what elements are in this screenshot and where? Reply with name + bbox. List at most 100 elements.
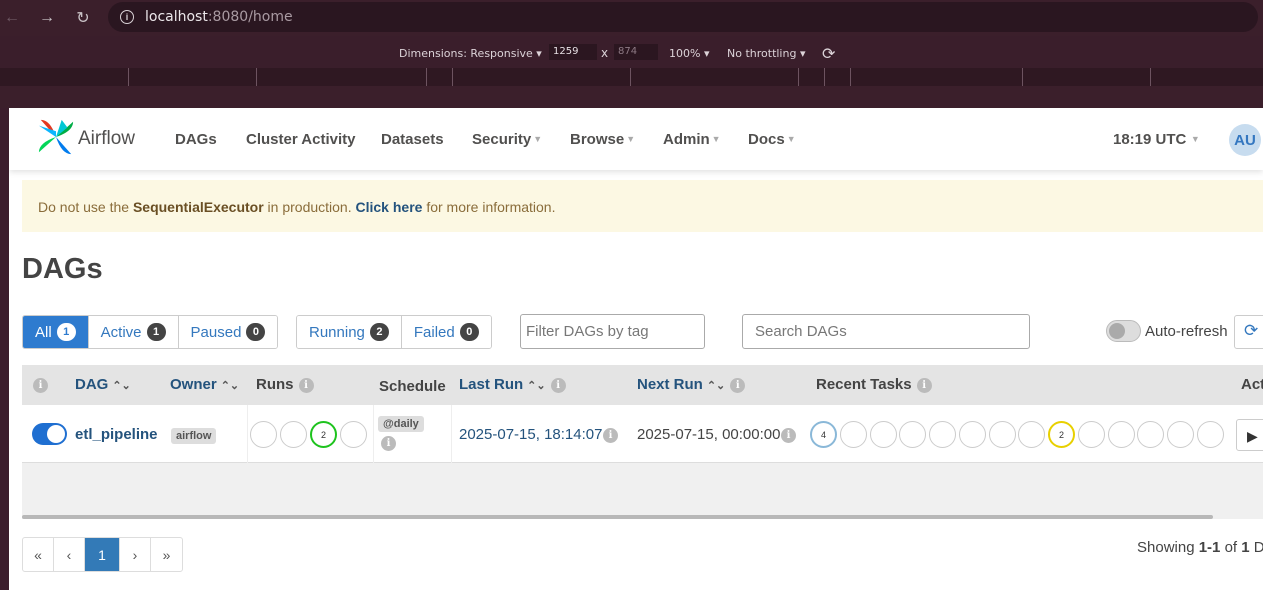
alert-click-here-link[interactable]: Click here [356,199,423,215]
run-state-circle[interactable] [280,421,307,448]
table-row: etl_pipeline airflow 2 @daily i 2025-07-… [22,405,1263,463]
count-badge: 1 [56,323,76,341]
run-state-circle-success[interactable]: 2 [310,421,337,448]
trigger-dag-button[interactable]: ▶ [1236,419,1263,451]
refresh-icon: ⟳ [1244,321,1259,340]
header-dag[interactable]: DAG ⌃⌄ [75,376,131,393]
filter-running-button[interactable]: Running 2 [297,316,402,348]
alert-text: for more information. [422,199,556,215]
nav-security[interactable]: Security ▼ [472,131,542,148]
count-badge: 2 [369,323,389,341]
page-title: DAGs [22,253,103,285]
sort-icon: ⌃⌄ [706,380,726,392]
task-state-circle-queued[interactable]: 4 [810,421,837,448]
next-page-button[interactable]: › [120,538,151,571]
next-run-info-icon[interactable]: i [781,428,796,443]
caret-down-icon: ▼ [711,134,721,144]
rotate-icon[interactable]: ⟳ [822,44,835,63]
task-state-circle[interactable] [1108,421,1135,448]
count-badge: 0 [246,323,266,341]
back-arrow-icon[interactable]: ← [2,8,22,28]
forward-arrow-icon[interactable]: → [37,8,57,28]
owner-label[interactable]: airflow [171,428,217,444]
schedule-info-icon[interactable]: i [381,436,396,451]
search-dags-input[interactable] [742,314,1030,349]
task-state-circle-upstream-failed[interactable]: 2 [1048,421,1075,448]
task-state-circle[interactable] [899,421,926,448]
header-runs: Runs i [256,376,314,393]
count-badge: 0 [459,323,479,341]
last-run-link[interactable]: 2025-07-15, 18:14:07 [459,426,602,443]
dimensions-select[interactable]: Dimensions: Responsive ▾ [399,47,542,60]
task-state-circle[interactable] [959,421,986,448]
task-state-circle[interactable] [1167,421,1194,448]
filter-failed-button[interactable]: Failed 0 [401,316,491,348]
devtools-spacer [0,86,1263,108]
state-filter-group: Running 2 Failed 0 [296,315,492,349]
height-input[interactable]: 874 [614,44,658,60]
url-text[interactable]: localhost:8080/home [145,9,293,25]
filter-all-button[interactable]: All 1 [23,316,89,348]
throttling-select[interactable]: No throttling ▾ [727,47,805,60]
schedule-label[interactable]: @daily [378,416,424,432]
dag-pause-toggle[interactable] [32,423,67,445]
reload-icon[interactable]: ↻ [73,8,93,28]
airflow-logo-icon[interactable] [37,118,75,156]
auto-refresh-label: Auto-refresh [1145,323,1228,340]
info-icon[interactable]: i [730,378,746,393]
nav-datasets[interactable]: Datasets [381,131,444,148]
task-state-circle[interactable] [870,421,897,448]
count-badge: 1 [146,323,166,341]
task-state-circle[interactable] [1137,421,1164,448]
site-info-icon[interactable]: i [120,10,134,24]
utc-clock[interactable]: 18:19 UTC ▼ [1113,131,1200,148]
horizontal-scrollbar[interactable] [22,515,1213,519]
filter-paused-button[interactable]: Paused 0 [178,316,278,348]
devtools-device-toolbar: Dimensions: Responsive ▾ 1259 x 874 100%… [0,36,1263,68]
last-page-button[interactable]: » [151,538,182,571]
zoom-select[interactable]: 100% ▾ [669,47,709,60]
user-avatar[interactable]: AU [1229,124,1261,156]
header-schedule: Schedule [379,378,446,395]
table-header: i DAG ⌃⌄ Owner ⌃⌄ Runs i Schedule Last Run ⌃… [22,365,1263,405]
current-page-button[interactable]: 1 [85,538,120,571]
nav-admin[interactable]: Admin ▼ [663,131,721,148]
task-state-circle[interactable] [840,421,867,448]
tag-filter-input[interactable] [520,314,705,349]
task-state-circle[interactable] [1078,421,1105,448]
run-state-circle[interactable] [250,421,277,448]
first-page-button[interactable]: « [23,538,54,571]
dag-id-link[interactable]: etl_pipeline [75,426,158,443]
refresh-button[interactable]: ⟳ [1234,315,1263,349]
top-navbar: Airflow DAGs Cluster Activity Datasets S… [9,108,1263,170]
nav-docs[interactable]: Docs ▼ [748,131,796,148]
info-icon[interactable]: i [550,378,566,393]
pagination: « ‹ 1 › » [22,537,183,572]
run-state-circle[interactable] [340,421,367,448]
task-state-circle[interactable] [929,421,956,448]
play-icon: ▶ [1247,428,1258,444]
filter-active-button[interactable]: Active 1 [88,316,179,348]
caret-down-icon: ▼ [626,134,636,144]
prev-page-button[interactable]: ‹ [54,538,85,571]
nav-browse[interactable]: Browse ▼ [570,131,635,148]
address-bar[interactable]: i localhost:8080/home [108,2,1258,32]
task-state-circle[interactable] [989,421,1016,448]
alert-executor: SequentialExecutor [132,199,264,215]
header-last-run[interactable]: Last Run ⌃⌄ i [459,376,566,393]
header-owner[interactable]: Owner ⌃⌄ [170,376,239,393]
info-icon[interactable]: i [916,378,932,393]
header-next-run[interactable]: Next Run ⌃⌄ i [637,376,746,393]
auto-refresh-toggle[interactable] [1106,320,1141,342]
width-input[interactable]: 1259 [549,44,597,60]
caret-down-icon: ▼ [533,134,543,144]
brand-name[interactable]: Airflow [78,128,135,150]
task-state-circle[interactable] [1197,421,1224,448]
dags-table: i DAG ⌃⌄ Owner ⌃⌄ Runs i Schedule Last Run ⌃… [22,365,1263,519]
sort-icon: ⌃⌄ [220,380,240,392]
nav-cluster-activity[interactable]: Cluster Activity [246,131,355,148]
last-run-info-icon[interactable]: i [603,428,618,443]
task-state-circle[interactable] [1018,421,1045,448]
nav-dags[interactable]: DAGs [175,131,217,148]
info-icon[interactable]: i [298,378,314,393]
